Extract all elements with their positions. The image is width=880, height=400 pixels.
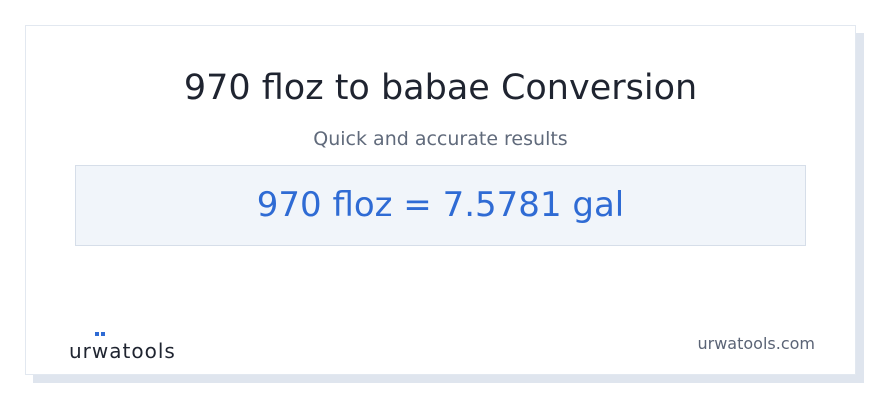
logo-w-letter: w: [91, 339, 110, 363]
glasses-icon: [94, 332, 105, 336]
conversion-card: 970 floz to babae Conversion Quick and a…: [25, 25, 856, 375]
logo-prefix: ur: [69, 339, 92, 363]
result-box: 970 floz = 7.5781 gal: [75, 165, 806, 246]
page-title: 970 floz to babae Conversion: [183, 68, 698, 108]
page-subtitle: Quick and accurate results: [313, 128, 568, 150]
logo: ur w atools: [69, 332, 176, 363]
logo-suffix: atools: [109, 339, 176, 363]
site-link[interactable]: urwatools.com: [698, 334, 816, 354]
logo-w: w: [91, 332, 110, 363]
result-text: 970 floz = 7.5781 gal: [256, 185, 625, 225]
